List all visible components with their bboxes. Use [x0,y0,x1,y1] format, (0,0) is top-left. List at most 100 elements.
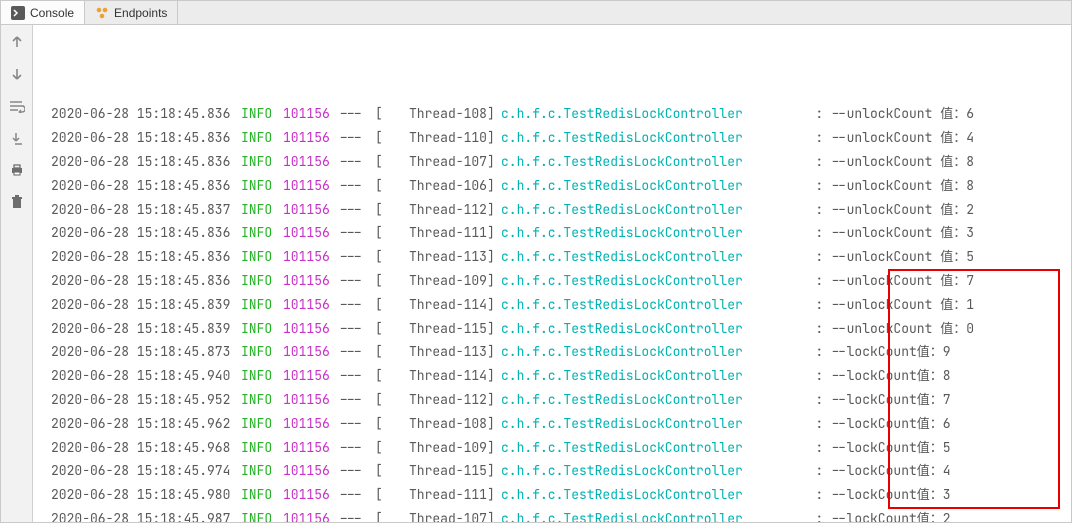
log-line: 2020-06-28 15:18:45.839INFO101156---[Thr… [51,293,1071,317]
log-timestamp: 2020-06-28 15:18:45.968 [51,436,241,460]
log-bracket-open: [ [375,436,385,460]
log-message: --lockCount值：9 [831,340,951,364]
log-line: 2020-06-28 15:18:45.837INFO101156---[Thr… [51,198,1071,222]
log-bracket-open: [ [375,293,385,317]
log-thread: Thread-107 [385,507,487,522]
log-timestamp: 2020-06-28 15:18:45.836 [51,102,241,126]
log-bracket-open: [ [375,483,385,507]
log-timestamp: 2020-06-28 15:18:45.836 [51,174,241,198]
log-timestamp: 2020-06-28 15:18:45.836 [51,126,241,150]
log-message: --unlockCount 值：6 [831,102,974,126]
endpoints-icon [95,6,109,20]
log-message: --unlockCount 值：3 [831,221,974,245]
log-class: c.h.f.c.TestRedisLockController [501,293,761,317]
log-message: --unlockCount 值：1 [831,293,974,317]
log-thread: Thread-115 [385,317,487,341]
console-output[interactable]: 2020-06-28 15:18:45.836INFO101156---[Thr… [33,25,1071,522]
log-thread: Thread-113 [385,245,487,269]
log-level: INFO [241,198,283,222]
log-bracket-open: [ [375,102,385,126]
log-separator: : [761,412,831,436]
log-pid: 101156 [283,317,339,341]
log-message: --unlockCount 值：8 [831,174,974,198]
scroll-down-button[interactable] [6,63,28,85]
log-message: --lockCount值：4 [831,459,951,483]
log-dash: --- [339,269,375,293]
log-level: INFO [241,150,283,174]
log-line: 2020-06-28 15:18:45.836INFO101156---[Thr… [51,221,1071,245]
log-line: 2020-06-28 15:18:45.836INFO101156---[Thr… [51,102,1071,126]
log-dash: --- [339,340,375,364]
log-bracket-close: ] [487,245,501,269]
log-bracket-open: [ [375,459,385,483]
log-dash: --- [339,293,375,317]
clear-button[interactable] [6,191,28,213]
log-dash: --- [339,388,375,412]
log-separator: : [761,388,831,412]
log-bracket-close: ] [487,269,501,293]
tab-endpoints[interactable]: Endpoints [85,1,178,24]
log-pid: 101156 [283,364,339,388]
scroll-to-end-button[interactable] [6,127,28,149]
log-message: --lockCount值：6 [831,412,951,436]
log-thread: Thread-111 [385,483,487,507]
log-dash: --- [339,483,375,507]
log-dash: --- [339,436,375,460]
log-timestamp: 2020-06-28 15:18:45.974 [51,459,241,483]
log-message: --unlockCount 值：0 [831,317,974,341]
log-class: c.h.f.c.TestRedisLockController [501,507,761,522]
soft-wrap-button[interactable] [6,95,28,117]
log-dash: --- [339,102,375,126]
log-separator: : [761,436,831,460]
log-toolbar [1,25,33,522]
log-timestamp: 2020-06-28 15:18:45.836 [51,150,241,174]
log-thread: Thread-114 [385,364,487,388]
log-pid: 101156 [283,221,339,245]
log-separator: : [761,126,831,150]
log-line: 2020-06-28 15:18:45.980INFO101156---[Thr… [51,483,1071,507]
log-line: 2020-06-28 15:18:45.968INFO101156---[Thr… [51,436,1071,460]
log-message: --unlockCount 值：7 [831,269,974,293]
log-timestamp: 2020-06-28 15:18:45.987 [51,507,241,522]
log-separator: : [761,459,831,483]
log-bracket-close: ] [487,388,501,412]
log-timestamp: 2020-06-28 15:18:45.837 [51,198,241,222]
log-pid: 101156 [283,388,339,412]
log-timestamp: 2020-06-28 15:18:45.940 [51,364,241,388]
log-thread: Thread-113 [385,340,487,364]
log-thread: Thread-109 [385,269,487,293]
log-thread: Thread-111 [385,221,487,245]
log-class: c.h.f.c.TestRedisLockController [501,269,761,293]
tab-console[interactable]: Console [1,1,85,24]
log-class: c.h.f.c.TestRedisLockController [501,102,761,126]
log-dash: --- [339,459,375,483]
log-class: c.h.f.c.TestRedisLockController [501,245,761,269]
log-level: INFO [241,364,283,388]
log-pid: 101156 [283,150,339,174]
log-level: INFO [241,317,283,341]
log-dash: --- [339,412,375,436]
log-line: 2020-06-28 15:18:45.987INFO101156---[Thr… [51,507,1071,522]
log-pid: 101156 [283,245,339,269]
console-icon [11,6,25,20]
panel-root: Console Endpoints [0,0,1072,523]
log-timestamp: 2020-06-28 15:18:45.962 [51,412,241,436]
log-timestamp: 2020-06-28 15:18:45.873 [51,340,241,364]
log-bracket-close: ] [487,340,501,364]
log-class: c.h.f.c.TestRedisLockController [501,459,761,483]
log-bracket-close: ] [487,507,501,522]
log-level: INFO [241,388,283,412]
log-bracket-open: [ [375,364,385,388]
scroll-up-button[interactable] [6,31,28,53]
log-class: c.h.f.c.TestRedisLockController [501,317,761,341]
log-separator: : [761,340,831,364]
log-message: --unlockCount 值：2 [831,198,974,222]
print-button[interactable] [6,159,28,181]
log-bracket-open: [ [375,388,385,412]
log-line: 2020-06-28 15:18:45.962INFO101156---[Thr… [51,412,1071,436]
log-bracket-close: ] [487,317,501,341]
log-pid: 101156 [283,483,339,507]
log-pid: 101156 [283,126,339,150]
log-pid: 101156 [283,198,339,222]
log-line: 2020-06-28 15:18:45.836INFO101156---[Thr… [51,269,1071,293]
